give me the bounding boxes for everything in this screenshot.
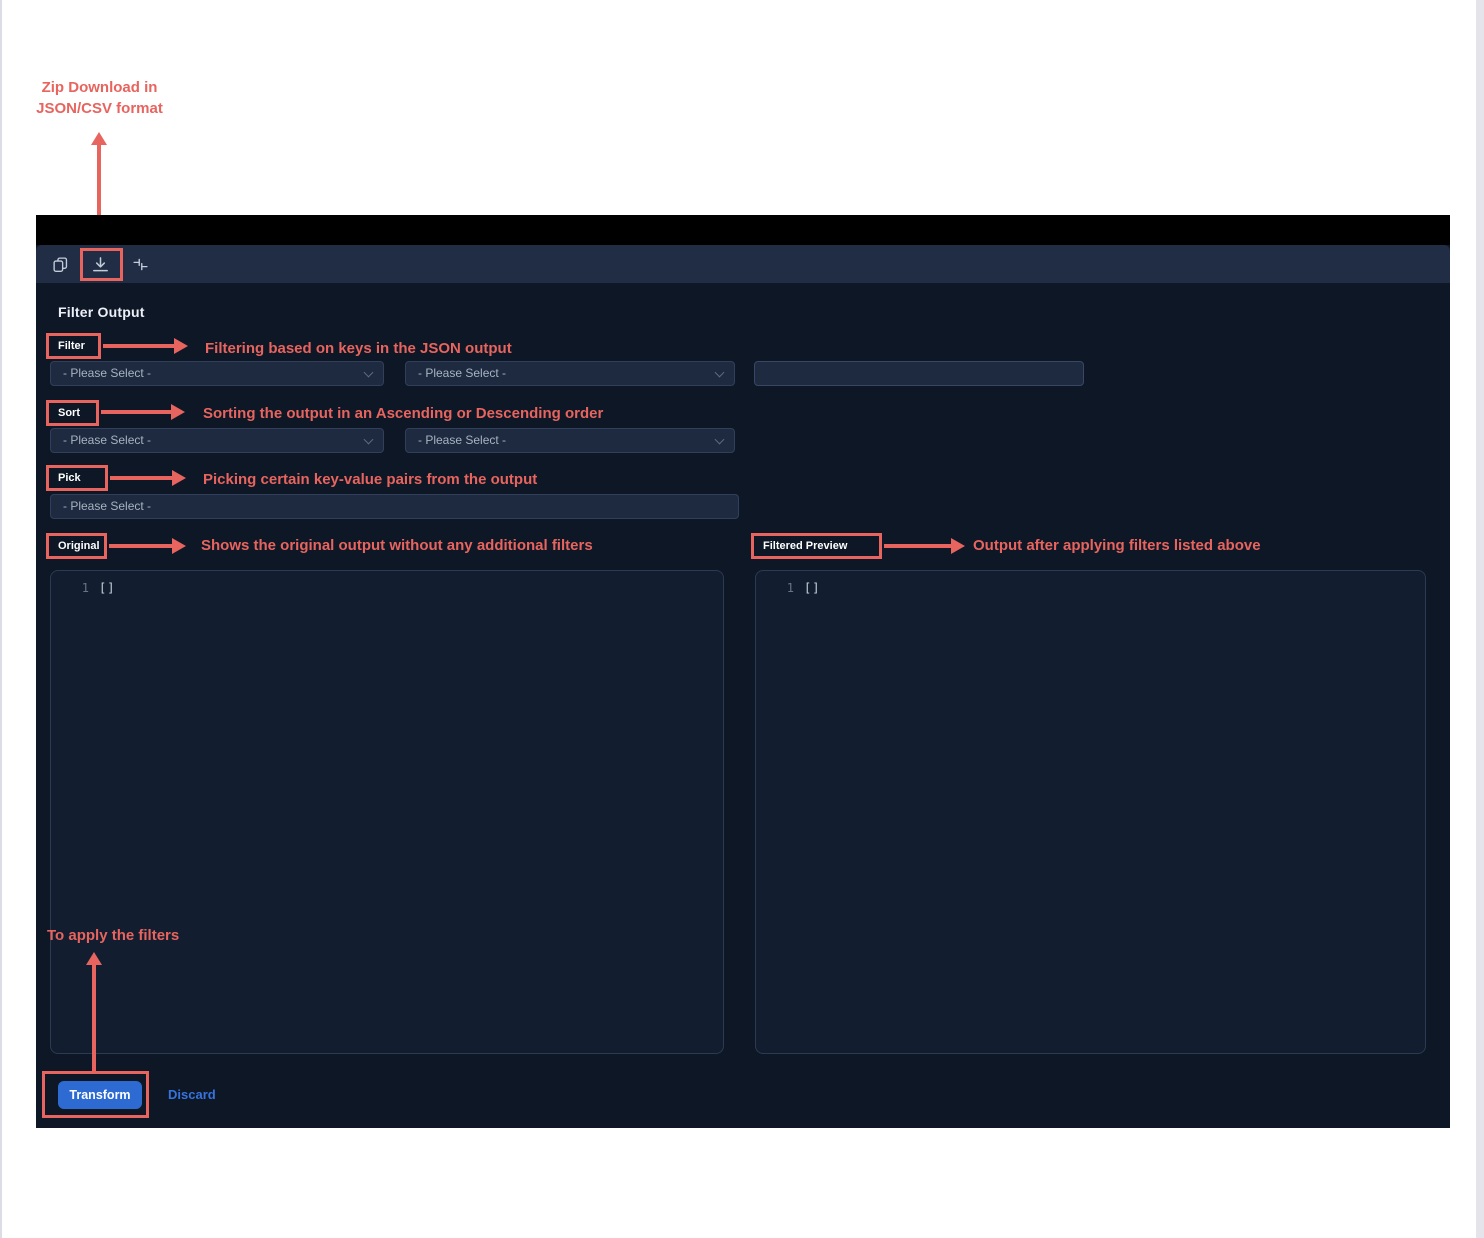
original-callout-arrow-line <box>109 544 173 548</box>
sort-callout-arrowhead <box>171 404 185 420</box>
line-number: 1 <box>51 581 89 595</box>
pick-keys-select[interactable]: - Please Select - <box>50 494 739 519</box>
pick-label-box: Pick <box>46 465 108 491</box>
sort-label-box: Sort <box>46 400 99 426</box>
filtered-callout-text: Output after applying filters listed abo… <box>973 535 1261 556</box>
sort-key-select[interactable]: - Please Select - <box>50 428 384 453</box>
annotated-screenshot-canvas: Zip Download in JSON/CSV format <box>0 0 1484 1238</box>
pick-label: Pick <box>49 468 105 488</box>
apply-callout-arrow-line <box>92 964 96 1071</box>
filter-label: Filter <box>49 336 98 356</box>
zip-callout-line2: JSON/CSV format <box>36 100 163 117</box>
filter-operator-select[interactable]: - Please Select - <box>405 361 735 386</box>
code-line: 1 [] <box>756 571 1425 595</box>
filtered-preview-label: Filtered Preview <box>754 536 879 556</box>
filtered-preview-code-editor[interactable]: 1 [] <box>755 570 1426 1054</box>
code-content: [] <box>89 581 115 595</box>
sort-callout-arrow-line <box>101 410 172 414</box>
zip-callout-line1: Zip Download in <box>42 79 158 96</box>
filter-operator-select-value: - Please Select - <box>418 366 506 380</box>
zip-download-highlight-box <box>80 248 123 281</box>
pick-callout-arrow-line <box>110 476 173 480</box>
code-content: [] <box>794 581 820 595</box>
line-number: 1 <box>756 581 794 595</box>
page-title: Filter Output <box>58 304 145 320</box>
filtered-callout-arrowhead <box>951 538 965 554</box>
filter-callout-text: Filtering based on keys in the JSON outp… <box>205 338 512 359</box>
filter-key-select[interactable]: - Please Select - <box>50 361 384 386</box>
pick-callout-arrowhead <box>172 470 186 486</box>
transform-button[interactable]: Transform <box>58 1081 142 1109</box>
sort-callout-text: Sorting the output in an Ascending or De… <box>203 403 603 424</box>
window-top-bar <box>36 215 1450 245</box>
pick-callout-text: Picking certain key-value pairs from the… <box>203 469 537 490</box>
zip-download-callout-text: Zip Download in JSON/CSV format <box>12 77 187 119</box>
filter-callout-arrowhead <box>174 338 188 354</box>
code-line: 1 [] <box>51 571 723 595</box>
filtered-preview-label-box: Filtered Preview <box>751 533 882 559</box>
filtered-callout-arrow-line <box>884 544 952 548</box>
filter-key-select-value: - Please Select - <box>63 366 151 380</box>
sort-key-select-value: - Please Select - <box>63 433 151 447</box>
discard-link[interactable]: Discard <box>168 1087 216 1102</box>
filter-label-box: Filter <box>46 333 101 359</box>
sort-label: Sort <box>49 403 96 423</box>
filter-value-input[interactable] <box>754 361 1084 386</box>
page-scrollbar-track[interactable] <box>1476 0 1484 1238</box>
filter-callout-arrow-line <box>103 344 175 348</box>
original-code-editor[interactable]: 1 [] <box>50 570 724 1054</box>
apply-callout-text: To apply the filters <box>47 925 179 946</box>
chevron-down-icon <box>715 368 725 378</box>
pick-keys-select-value: - Please Select - <box>63 499 151 513</box>
chevron-down-icon <box>364 435 374 445</box>
original-callout-arrowhead <box>172 538 186 554</box>
sort-order-select-value: - Please Select - <box>418 433 506 447</box>
editor-toolbar <box>36 245 1450 283</box>
original-label-box: Original <box>46 533 107 559</box>
original-label: Original <box>49 536 104 556</box>
copy-icon[interactable] <box>50 254 70 274</box>
original-callout-text: Shows the original output without any ad… <box>201 535 593 556</box>
chevron-down-icon <box>364 368 374 378</box>
chevron-down-icon <box>715 435 725 445</box>
sort-order-select[interactable]: - Please Select - <box>405 428 735 453</box>
collapse-icon[interactable] <box>130 254 150 274</box>
